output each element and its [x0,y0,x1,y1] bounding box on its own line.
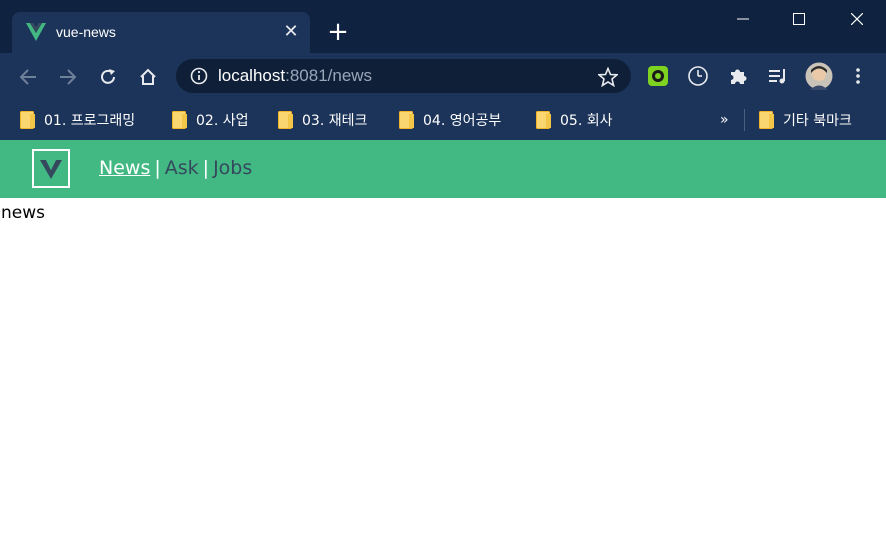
puzzle-glyph [731,69,747,84]
url-host: localhost [218,66,286,85]
other-bookmarks-folder[interactable]: 기타 북마크 [759,107,852,133]
folder-icon [172,111,187,129]
menu-glyph [856,68,860,84]
main-nav: News | Ask | Jobs [99,157,252,179]
reload-button[interactable] [96,65,120,89]
clock-icon[interactable] [687,65,709,87]
extension-green-icon[interactable] [647,65,669,87]
vue-logo-icon [26,23,46,41]
folder-icon [278,111,293,129]
star-icon[interactable] [598,67,618,87]
bookmark-label: 02. 사업 [196,113,249,129]
bookmarks-bar: 01. 프로그래밍 02. 사업 03. 재테크 04. 영어공부 05. 회사… [0,101,886,140]
forward-arrow-icon [60,69,77,85]
forward-button[interactable] [56,65,80,89]
bookmark-label: 04. 영어공부 [423,113,502,129]
tab-title: vue-news [56,24,116,40]
close-window-button[interactable] [828,0,886,38]
app-logo[interactable] [32,149,70,188]
vue-logo-icon [40,160,62,179]
other-bookmarks-label: 기타 북마크 [783,113,852,129]
bookmark-folder[interactable]: 02. 사업 [172,107,248,133]
minimize-icon [737,18,749,20]
nav-link-ask[interactable]: Ask [165,157,199,179]
profile-avatar[interactable] [805,62,833,90]
reload-icon [101,69,115,84]
media-queue-glyph [769,69,785,84]
bookmark-folder[interactable]: 04. 영어공부 [399,107,501,133]
folder-icon [759,111,774,129]
folder-icon [399,111,414,129]
nav-separator: | [202,157,210,179]
home-icon [140,68,156,85]
chevron-double-right-icon: » [720,112,729,128]
new-tab-icon[interactable]: + [326,19,350,45]
bookmark-folder[interactable]: 05. 회사 [536,107,612,133]
maximize-icon [793,13,805,25]
back-arrow-icon [19,69,36,85]
bookmark-label: 05. 회사 [560,113,613,129]
url-path: :8081/news [285,66,373,85]
bookmark-folder[interactable]: 01. 프로그래밍 [20,107,135,133]
folder-icon [20,111,35,129]
nav-link-news[interactable]: News [99,157,150,179]
address-bar[interactable]: localhost:8081/news [176,59,631,93]
extension-green-glyph [648,66,668,86]
page-content: news [1,203,45,223]
close-icon [851,13,863,25]
minimize-button[interactable] [714,0,772,38]
bookmark-label: 03. 재테크 [302,113,368,129]
maximize-button[interactable] [770,0,828,38]
browser-tab[interactable]: vue-news ✕ [12,12,310,53]
tab-close-icon[interactable]: ✕ [280,21,302,43]
nav-link-jobs[interactable]: Jobs [213,157,252,179]
back-button[interactable] [16,65,40,89]
more-bookmarks-button[interactable]: » [720,107,729,133]
url-text[interactable]: localhost:8081/news [218,66,372,86]
menu-icon[interactable] [847,65,869,87]
home-button[interactable] [136,65,160,89]
browser-chrome: vue-news ✕ + localhost:8081/news 01. 프로그… [0,0,886,140]
puzzle-icon[interactable] [727,65,749,87]
app-header: News | Ask | Jobs [0,140,886,198]
bookmark-label: 01. 프로그래밍 [44,113,136,129]
media-queue-icon[interactable] [767,65,789,87]
clock-glyph [688,66,708,86]
bookmarks-divider [744,109,745,131]
info-icon[interactable] [190,67,208,85]
nav-separator: | [154,157,161,179]
folder-icon [536,111,551,129]
bookmark-folder[interactable]: 03. 재테크 [278,107,367,133]
avatar-glyph [805,62,833,90]
